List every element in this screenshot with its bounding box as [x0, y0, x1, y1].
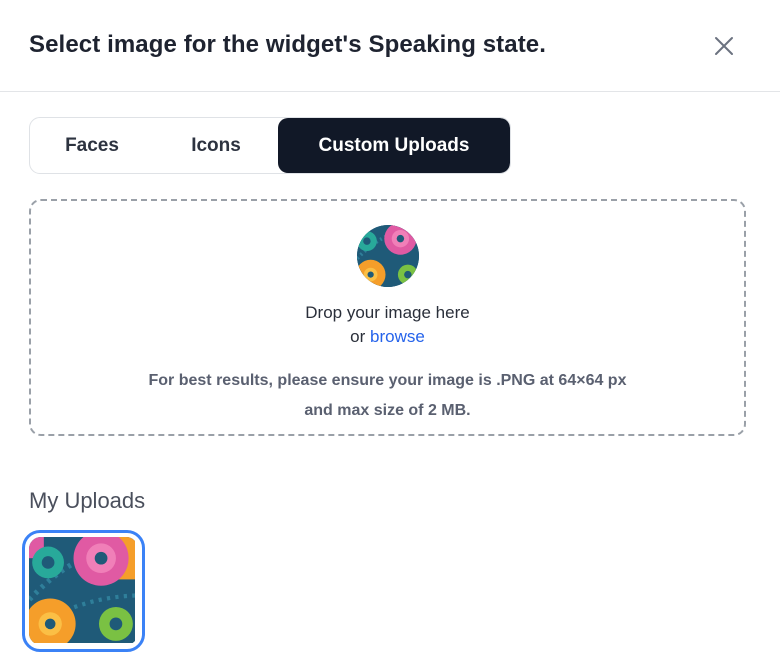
- dropzone-browse-line: or browse: [31, 327, 744, 347]
- browse-link[interactable]: browse: [370, 327, 425, 346]
- browse-prefix: or: [350, 327, 371, 346]
- tab-bar: Faces Icons Custom Uploads: [29, 117, 511, 174]
- dropzone-hint: For best results, please ensure your ima…: [31, 366, 744, 426]
- close-button[interactable]: [708, 30, 740, 62]
- tab-icons[interactable]: Icons: [154, 118, 278, 173]
- hint-line-1: For best results, please ensure your ima…: [148, 372, 627, 389]
- gears-icon: [357, 225, 419, 287]
- tab-faces[interactable]: Faces: [30, 118, 154, 173]
- dropzone-instruction: Drop your image here: [305, 303, 470, 322]
- dialog-header: Select image for the widget's Speaking s…: [0, 0, 780, 92]
- close-icon: [715, 37, 733, 55]
- my-uploads-title: My Uploads: [29, 488, 146, 513]
- tab-custom-uploads[interactable]: Custom Uploads: [278, 118, 510, 173]
- image-dropzone[interactable]: Drop your image here or browse For best …: [29, 199, 746, 436]
- hint-line-2: and max size of 2 MB.: [304, 402, 471, 419]
- image-select-dialog: Select image for the widget's Speaking s…: [0, 0, 780, 671]
- dialog-title: Select image for the widget's Speaking s…: [29, 31, 547, 58]
- gears-image: [29, 537, 138, 645]
- upload-thumbnail[interactable]: [22, 530, 145, 652]
